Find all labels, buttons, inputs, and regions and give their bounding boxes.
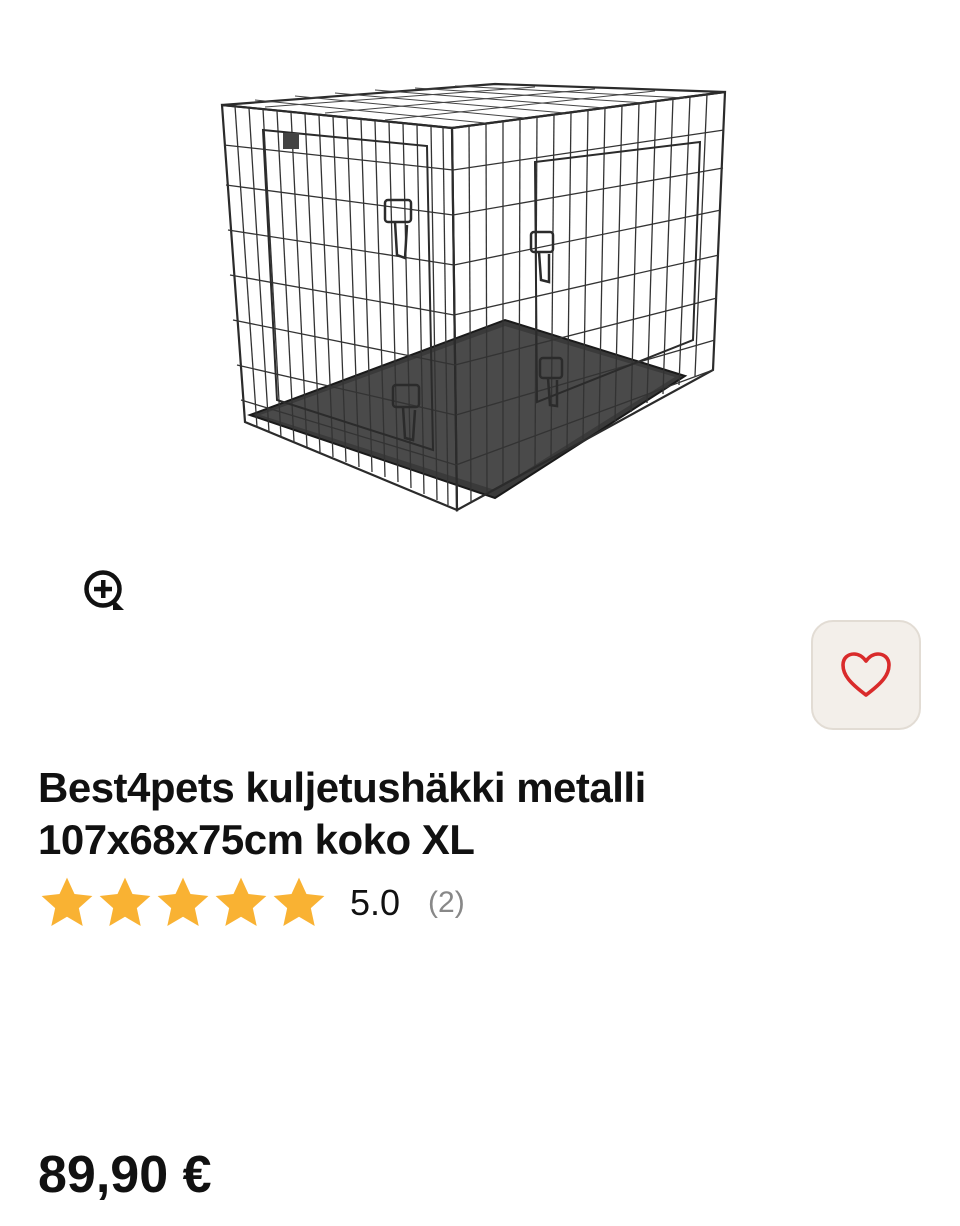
product-rating[interactable]: 5.0 (2) [38,872,465,934]
product-image[interactable] [205,70,745,530]
product-title: Best4pets kuljetushäkki metalli 107x68x7… [38,762,798,866]
star-icon [215,877,267,926]
product-title-line-1: Best4pets kuljetushäkki metalli [38,764,646,811]
star-icon [273,877,325,926]
zoom-button[interactable] [80,566,130,616]
rating-stars [38,874,328,932]
review-count[interactable]: (2) [428,886,465,920]
product-price: 89,90 € [38,1146,212,1204]
star-icon [157,877,209,926]
rating-value: 5.0 [350,882,401,923]
dog-crate-image [220,82,727,512]
favorite-button[interactable] [811,620,921,730]
zoom-in-icon [84,570,124,610]
star-icon [41,877,93,926]
star-icon [99,877,151,926]
product-title-line-2: 107x68x75cm koko XL [38,816,475,863]
heart-icon [841,652,891,697]
